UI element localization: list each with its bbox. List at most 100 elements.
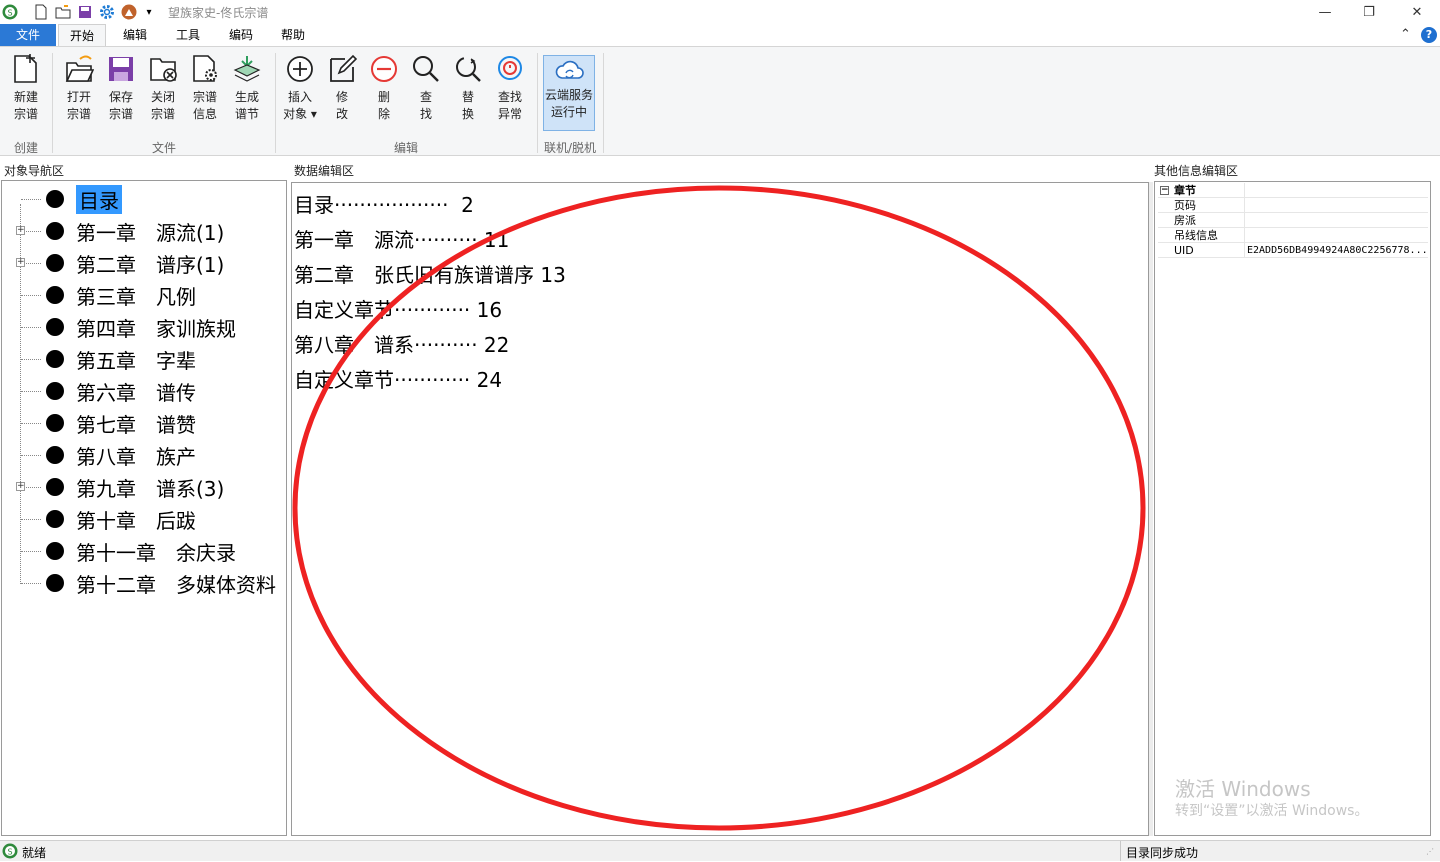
tree-node[interactable]: 第十一章 余庆录: [46, 536, 236, 566]
tree-node[interactable]: 第八章 族产: [46, 440, 196, 470]
quick-new-icon[interactable]: [32, 3, 50, 21]
tree-node[interactable]: 第九章 谱系(3): [46, 472, 224, 502]
quick-settings-gear-icon[interactable]: [98, 3, 116, 21]
property-key: 页码: [1174, 199, 1196, 212]
help-icon[interactable]: ?: [1421, 27, 1437, 43]
replace-button[interactable]: 替换: [448, 53, 488, 135]
nav-pane-title: 对象导航区: [4, 164, 65, 178]
tree-node-label: 目录: [76, 184, 122, 214]
cloud-sync-icon: [555, 60, 584, 79]
ribbon-tab-row: 文件 开始 编辑 工具 编码 帮助 ⌃ ?: [0, 24, 1440, 46]
tab-encoding[interactable]: 编码: [218, 24, 264, 46]
tree-node-label: 第七章 谱赞: [76, 412, 196, 437]
close-genealogy-button[interactable]: 关闭 宗谱: [143, 53, 183, 135]
tree-expand-icon[interactable]: +: [16, 482, 25, 491]
editor-pane-title: 数据编辑区: [294, 164, 355, 178]
button-label: 关闭 宗谱: [150, 90, 175, 121]
replace-icon: [456, 57, 481, 82]
node-bullet-icon: [46, 446, 64, 464]
tree-expand-icon[interactable]: +: [16, 258, 25, 267]
group-label-create: 创建: [13, 141, 38, 155]
status-app-icon: S: [2, 843, 18, 862]
tree-node-label: 第一章 源流(1): [76, 220, 225, 245]
other-info-pane: [1154, 181, 1431, 836]
tab-home[interactable]: 开始: [58, 24, 106, 46]
save-genealogy-button[interactable]: 保存 宗谱: [101, 53, 141, 135]
group-separator: [603, 53, 604, 153]
svg-text:S: S: [7, 848, 12, 857]
tree-node[interactable]: 第三章 凡例: [46, 280, 196, 310]
tab-tools[interactable]: 工具: [165, 24, 211, 46]
delete-button[interactable]: 删除: [364, 53, 404, 135]
tree-node-label: 第八章 族产: [76, 444, 196, 469]
button-label: 保存 宗谱: [108, 90, 133, 121]
genealogy-info-button[interactable]: 宗谱 信息: [185, 53, 225, 135]
status-divider: [1120, 841, 1121, 861]
tree-node[interactable]: 第十二章 多媒体资料: [46, 568, 276, 598]
node-bullet-icon: [46, 350, 64, 368]
new-genealogy-button[interactable]: 新建 宗谱: [6, 53, 46, 135]
tree-connector: [21, 455, 41, 456]
activation-watermark-hint: 转到“设置”以激活 Windows。: [1175, 803, 1369, 819]
title-bar: S ▾ 望族家史-佟氏宗谱 — ❐ ✕: [0, 0, 1440, 24]
quick-user-icon[interactable]: [120, 3, 138, 21]
insert-icon: [287, 56, 313, 82]
node-bullet-icon: [46, 190, 64, 208]
open-genealogy-button[interactable]: 打开 宗谱: [59, 53, 99, 135]
quick-access-dropdown-icon[interactable]: ▾: [140, 3, 158, 21]
cloud-service-button[interactable]: 云端服务 运行中: [543, 55, 595, 131]
status-text-left: 就绪: [22, 846, 47, 860]
tree-node[interactable]: 第六章 谱传: [46, 376, 196, 406]
quick-open-icon[interactable]: [54, 3, 72, 21]
tree-connector: [21, 519, 41, 520]
svg-text:S: S: [7, 9, 12, 18]
property-value[interactable]: [1244, 213, 1428, 228]
property-value[interactable]: E2ADD56DB4994924A80C2256778...: [1244, 243, 1428, 258]
tree-expand-icon[interactable]: +: [16, 226, 25, 235]
property-row[interactable]: 房派: [1158, 213, 1428, 228]
collapse-ribbon-icon[interactable]: ⌃: [1400, 27, 1411, 42]
find-errors-button[interactable]: 查找 异常: [490, 53, 530, 135]
property-row[interactable]: 页码: [1158, 198, 1428, 213]
tree-node-label: 第十一章 余庆录: [76, 540, 236, 565]
collapse-icon[interactable]: −: [1160, 186, 1169, 195]
edit-icon: [330, 54, 357, 82]
tab-edit[interactable]: 编辑: [112, 24, 158, 46]
tree-node[interactable]: 第四章 家训族规: [46, 312, 236, 342]
delete-icon: [371, 56, 397, 82]
insert-object-button[interactable]: 插入 对象 ▾: [280, 53, 320, 135]
property-category[interactable]: − 章节: [1158, 183, 1428, 198]
tree-connector: [21, 327, 41, 328]
modify-button[interactable]: 修改: [322, 53, 362, 135]
open-folder-icon: [65, 55, 94, 82]
generate-layers-icon: [233, 56, 261, 82]
tree-node[interactable]: 第七章 谱赞: [46, 408, 196, 438]
group-separator: [537, 53, 538, 153]
tree-node[interactable]: 第五章 字辈: [46, 344, 196, 374]
button-label: 新建 宗谱: [13, 90, 38, 121]
restore-button[interactable]: ❐: [1346, 0, 1392, 24]
generate-section-button[interactable]: 生成 谱节: [227, 53, 267, 135]
tree-node[interactable]: 第二章 谱序(1): [46, 248, 224, 278]
tree-node[interactable]: 第十章 后跋: [46, 504, 196, 534]
property-value[interactable]: [1244, 228, 1428, 243]
property-value[interactable]: [1244, 198, 1428, 213]
tree-node[interactable]: 第一章 源流(1): [46, 216, 224, 246]
group-label-online-offline: 联机/脱机: [543, 141, 597, 155]
resize-grip-icon[interactable]: ⋰: [1426, 847, 1434, 856]
button-label: 查找: [419, 90, 432, 121]
tree-connector: [21, 391, 41, 392]
find-button[interactable]: 查找: [406, 53, 446, 135]
tree-node[interactable]: 目录: [46, 184, 122, 214]
button-label: 查找 异常: [497, 90, 522, 121]
property-row[interactable]: UID E2ADD56DB4994924A80C2256778...: [1158, 243, 1428, 258]
property-category-value: [1244, 183, 1428, 198]
quick-save-icon[interactable]: [76, 3, 94, 21]
tab-file[interactable]: 文件: [0, 24, 56, 46]
window-title: 望族家史-佟氏宗谱: [168, 6, 269, 20]
tab-help[interactable]: 帮助: [270, 24, 316, 46]
close-button[interactable]: ✕: [1394, 0, 1440, 24]
property-row[interactable]: 吊线信息: [1158, 228, 1428, 243]
minimize-button[interactable]: —: [1302, 0, 1348, 24]
tree-connector: [21, 295, 41, 296]
